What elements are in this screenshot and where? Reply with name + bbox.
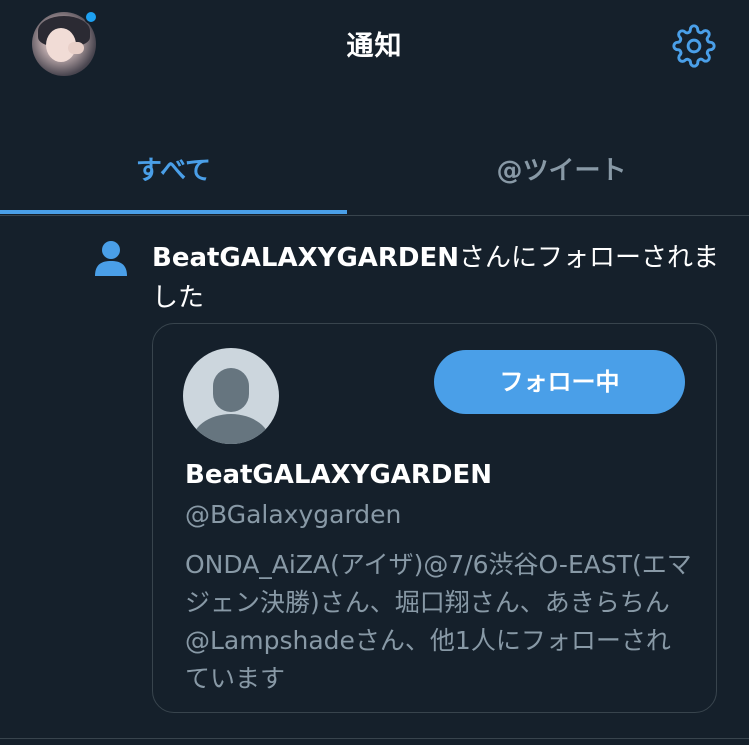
page-title: 通知 bbox=[346, 31, 403, 62]
gear-icon bbox=[672, 24, 716, 68]
followed-by-text: ONDA_AiZA(アイザ)@7/6渋谷O-EAST(エマジェン決勝)さん、堀口… bbox=[185, 550, 692, 693]
header: 通知 bbox=[0, 0, 749, 90]
card-handle: @BGalaxygarden bbox=[185, 500, 402, 529]
active-tab-indicator bbox=[0, 210, 347, 214]
notification-user-name[interactable]: BeatGALAXYGARDEN bbox=[152, 243, 459, 273]
tab-all[interactable]: すべて bbox=[0, 140, 347, 215]
person-icon bbox=[93, 240, 129, 278]
unread-indicator-dot bbox=[84, 10, 98, 24]
tab-mentions[interactable]: @ツイート bbox=[374, 140, 749, 215]
notification-text: BeatGALAXYGARDENさんにフォローされました bbox=[152, 238, 732, 318]
card-display-name: BeatGALAXYGARDEN bbox=[185, 460, 493, 490]
user-card[interactable]: フォロー中 BeatGALAXYGARDEN @BGalaxygarden ON… bbox=[152, 323, 717, 713]
follow-notification[interactable]: BeatGALAXYGARDENさんにフォローされました フォロー中 BeatG… bbox=[0, 216, 749, 739]
notification-tabs: すべて @ツイート bbox=[0, 140, 749, 216]
default-avatar-icon[interactable] bbox=[183, 348, 279, 444]
settings-button[interactable] bbox=[672, 24, 716, 68]
following-button[interactable]: フォロー中 bbox=[434, 350, 685, 414]
